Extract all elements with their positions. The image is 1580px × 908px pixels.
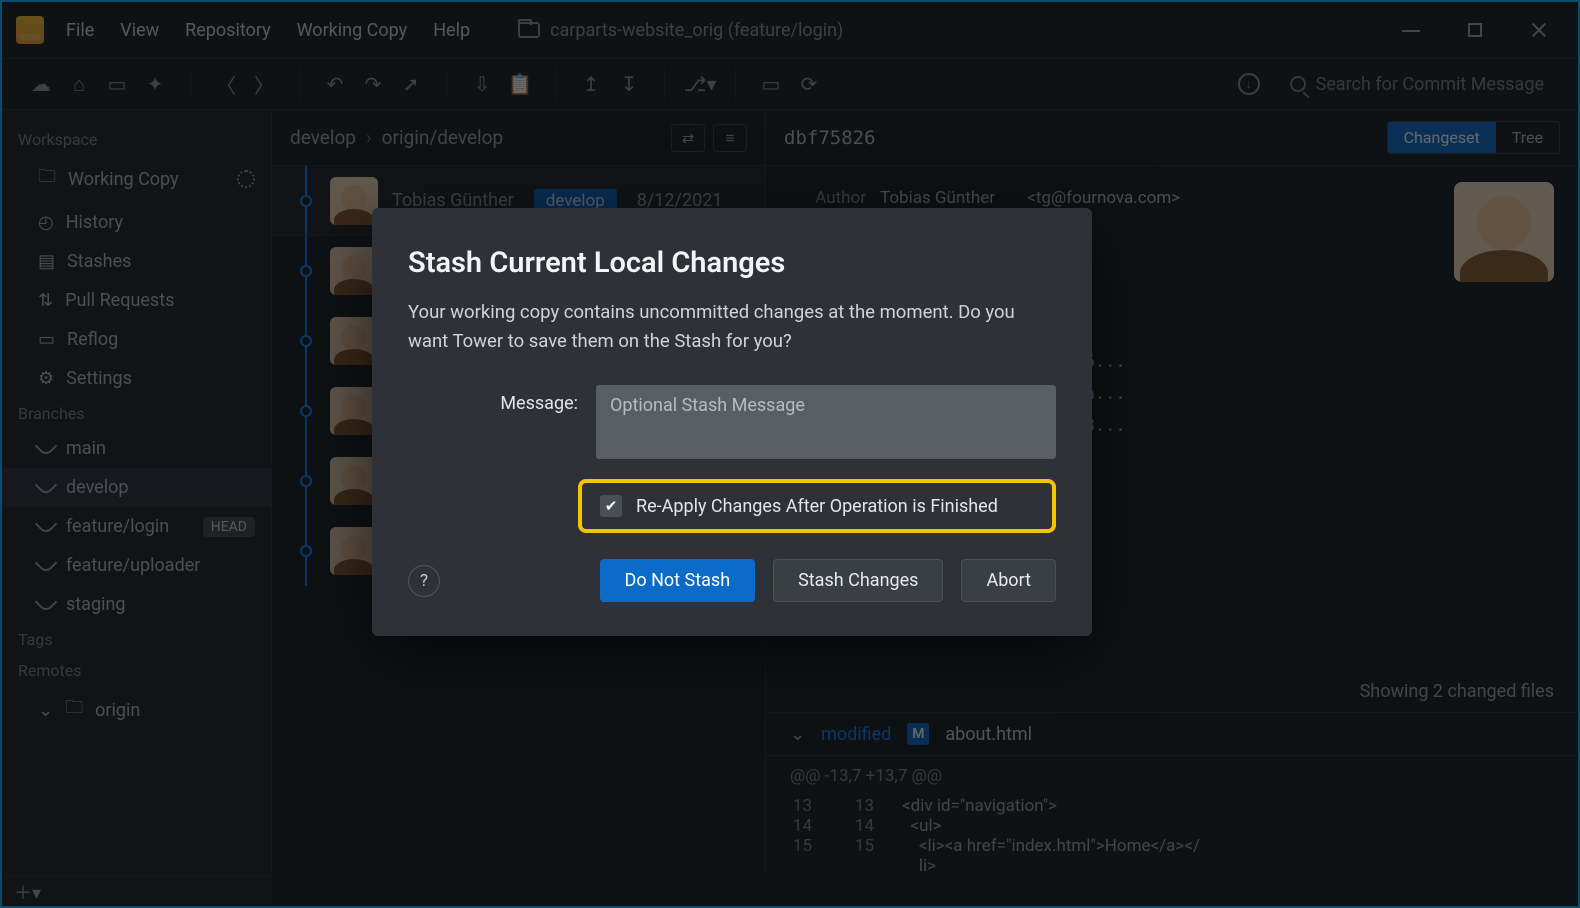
- message-label: Message:: [408, 385, 578, 414]
- stash-dialog: Stash Current Local Changes Your working…: [372, 208, 1092, 636]
- reapply-checkbox-label[interactable]: Re-Apply Changes After Operation is Fini…: [636, 496, 998, 517]
- dialog-body: Your working copy contains uncommitted c…: [408, 298, 1056, 355]
- do-not-stash-button[interactable]: Do Not Stash: [600, 559, 756, 602]
- dialog-title: Stash Current Local Changes: [408, 246, 1056, 280]
- help-button[interactable]: ?: [408, 565, 440, 597]
- reapply-checkbox-highlight: ✔ Re-Apply Changes After Operation is Fi…: [578, 479, 1056, 533]
- stash-changes-button[interactable]: Stash Changes: [773, 559, 943, 602]
- reapply-checkbox[interactable]: ✔: [600, 495, 622, 517]
- stash-message-input[interactable]: [596, 385, 1056, 459]
- abort-button[interactable]: Abort: [961, 559, 1056, 602]
